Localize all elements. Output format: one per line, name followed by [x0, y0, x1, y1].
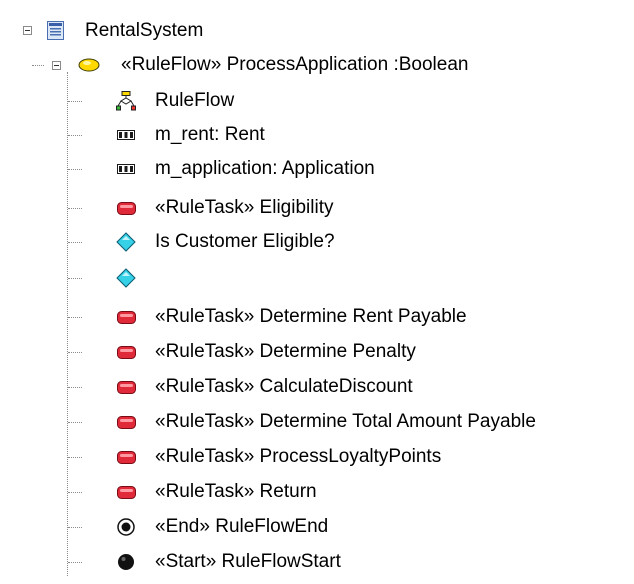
- final-node-icon: [117, 518, 135, 536]
- tree-guide-line: [68, 242, 82, 243]
- package-icon: [47, 21, 64, 40]
- tree-guide-line: [68, 278, 82, 279]
- tree-node-label: «RuleFlow» ProcessApplication :Boolean: [121, 54, 469, 75]
- activity-diagram-icon: [116, 91, 136, 111]
- tree-guide-line: [68, 387, 82, 388]
- tree-node-label: «RuleTask» Determine Total Amount Payabl…: [155, 411, 536, 432]
- decision-icon: [116, 268, 136, 288]
- rule-task-icon: [117, 486, 136, 499]
- initial-node-icon: [118, 554, 134, 570]
- tree-node-ruletask-determine-total-amount-payable[interactable]: «RuleTask» Determine Total Amount Payabl…: [0, 405, 634, 439]
- tree-node-ruleflow-operation[interactable]: «RuleFlow» ProcessApplication :Boolean: [0, 48, 634, 82]
- tree-node-ruletask-determine-penalty[interactable]: «RuleTask» Determine Penalty: [0, 335, 634, 369]
- tree-node-ruleflow-diagram[interactable]: RuleFlow: [0, 84, 634, 118]
- tree-node-decision-is-customer-eligible[interactable]: Is Customer Eligible?: [0, 225, 634, 259]
- tree-guide-line: [68, 135, 82, 136]
- tree-guide-line: [68, 457, 82, 458]
- tree-node-label: «RuleTask» Determine Rent Payable: [155, 306, 467, 327]
- attribute-icon: [117, 130, 135, 140]
- tree-node-initial-ruleflowstart[interactable]: «Start» RuleFlowStart: [0, 545, 634, 579]
- tree-guide-line: [68, 317, 82, 318]
- rule-task-icon: [117, 311, 136, 324]
- tree-node-label: RentalSystem: [85, 20, 204, 41]
- tree-node-label: m_application: Application: [155, 158, 375, 179]
- tree-node-ruletask-calculate-discount[interactable]: «RuleTask» CalculateDiscount: [0, 370, 634, 404]
- tree-node-label: «RuleTask» CalculateDiscount: [155, 376, 413, 397]
- tree-node-label: Is Customer Eligible?: [155, 231, 335, 252]
- attribute-icon: [117, 164, 135, 174]
- collapse-icon[interactable]: [52, 61, 61, 70]
- tree-guide-line: [68, 208, 82, 209]
- rule-task-icon: [117, 416, 136, 429]
- tree-node-label: «RuleTask» Return: [155, 481, 317, 502]
- tree-node-ruletask-process-loyalty-points[interactable]: «RuleTask» ProcessLoyaltyPoints: [0, 440, 634, 474]
- rule-task-icon: [117, 451, 136, 464]
- rule-task-icon: [117, 346, 136, 359]
- tree-node-label: «End» RuleFlowEnd: [155, 516, 329, 537]
- tree-node-label: «RuleTask» Determine Penalty: [155, 341, 416, 362]
- tree-node-label: «RuleTask» ProcessLoyaltyPoints: [155, 446, 442, 467]
- tree-guide-line: [68, 101, 82, 102]
- tree-node-label: m_rent: Rent: [155, 124, 265, 145]
- tree-guide-line: [68, 352, 82, 353]
- tree-guide-line: [68, 492, 82, 493]
- tree-node-label: RuleFlow: [155, 90, 235, 111]
- tree-node-label: «RuleTask» Eligibility: [155, 197, 334, 218]
- collapse-icon[interactable]: [23, 26, 32, 35]
- tree-guide-line: [68, 527, 82, 528]
- tree-guide-line: [32, 65, 44, 66]
- rule-task-icon: [117, 202, 136, 215]
- ruleflow-operation-icon: [78, 58, 100, 72]
- tree-node-attribute-m-rent[interactable]: m_rent: Rent: [0, 118, 634, 152]
- decision-icon: [116, 232, 136, 252]
- rule-task-icon: [117, 381, 136, 394]
- tree-guide-line: [68, 169, 82, 170]
- tree-node-ruletask-return[interactable]: «RuleTask» Return: [0, 475, 634, 509]
- tree-node-final-ruleflowend[interactable]: «End» RuleFlowEnd: [0, 510, 634, 544]
- tree-node-label: «Start» RuleFlowStart: [155, 551, 341, 572]
- tree-node-ruletask-eligibility[interactable]: «RuleTask» Eligibility: [0, 191, 634, 225]
- tree-guide-line: [68, 422, 82, 423]
- tree-node-ruletask-determine-rent-payable[interactable]: «RuleTask» Determine Rent Payable: [0, 300, 634, 334]
- tree-node-attribute-m-application[interactable]: m_application: Application: [0, 152, 634, 186]
- tree-node-decision-unnamed[interactable]: [0, 261, 634, 295]
- tree-guide-line: [68, 562, 82, 563]
- tree-node-rentalsystem[interactable]: RentalSystem: [0, 14, 634, 48]
- project-browser-tree: RentalSystem «RuleFlow» ProcessApplicati…: [0, 0, 634, 584]
